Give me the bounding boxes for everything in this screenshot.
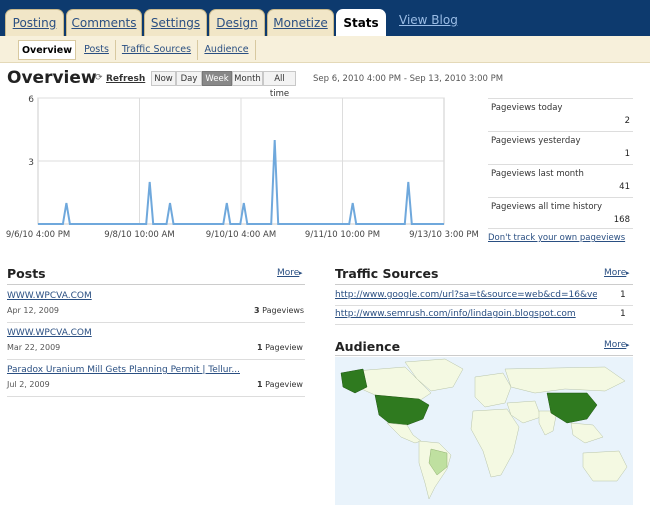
range-month-button[interactable]: Month bbox=[232, 71, 263, 86]
page-title: Overview bbox=[7, 68, 97, 88]
stat-label: Pageviews today bbox=[491, 103, 563, 113]
range-alltime-button[interactable]: All time bbox=[263, 71, 296, 99]
audience-title: Audience bbox=[335, 339, 401, 354]
more-arrow-icon: ▸ bbox=[299, 269, 303, 277]
australia-shape bbox=[582, 450, 628, 482]
tab-monetize[interactable]: Monetize bbox=[267, 9, 334, 36]
date-range: Sep 6, 2010 4:00 PM - Sep 13, 2010 3:00 … bbox=[313, 74, 504, 84]
stat-value: 2 bbox=[624, 116, 630, 126]
subtab-overview[interactable]: Overview bbox=[18, 40, 76, 60]
row-divider bbox=[7, 396, 305, 397]
row-divider bbox=[7, 359, 305, 360]
post-count: 1 bbox=[257, 380, 263, 389]
tab-settings[interactable]: Settings bbox=[144, 9, 207, 36]
refresh-icon[interactable]: ⟳ bbox=[95, 74, 104, 83]
post-count: 1 bbox=[257, 343, 263, 352]
stat-value: 41 bbox=[619, 182, 630, 192]
audience-more-link[interactable]: More bbox=[604, 340, 626, 350]
x-tick-label: 9/8/10 10:00 AM bbox=[104, 230, 174, 240]
post-date: Mar 22, 2009 bbox=[7, 343, 61, 352]
stat-value: 168 bbox=[613, 215, 630, 225]
view-blog-link[interactable]: View Blog bbox=[399, 13, 458, 27]
posts-more-link[interactable]: More bbox=[277, 268, 299, 278]
tab-design[interactable]: Design bbox=[209, 9, 265, 36]
stat-pageviews-all-time: Pageviews all time history 168 bbox=[488, 197, 633, 229]
stat-label: Pageviews last month bbox=[491, 169, 584, 179]
traffic-more-link[interactable]: More bbox=[604, 268, 626, 278]
post-pageviews: 3 Pageviews bbox=[254, 306, 304, 315]
subtab-posts[interactable]: Posts bbox=[78, 40, 116, 60]
row-divider bbox=[7, 322, 305, 323]
post-unit: Pageviews bbox=[262, 306, 305, 315]
refresh-link[interactable]: Refresh bbox=[106, 74, 145, 84]
range-week-button[interactable]: Week bbox=[202, 71, 232, 86]
posts-title: Posts bbox=[7, 266, 46, 281]
y-tick-label: 6 bbox=[28, 95, 34, 105]
russia-shape bbox=[504, 366, 626, 394]
post-title-link[interactable]: WWW.WPCVA.COM bbox=[7, 291, 92, 301]
subtab-traffic-sources[interactable]: Traffic Sources bbox=[116, 40, 198, 60]
traffic-source-link[interactable]: http://www.semrush.com/info/lindagoin.bl… bbox=[335, 309, 597, 319]
stat-label: Pageviews all time history bbox=[491, 202, 603, 212]
row-divider bbox=[335, 324, 633, 325]
x-tick-label: 9/11/10 10:00 PM bbox=[305, 230, 380, 240]
range-now-button[interactable]: Now bbox=[151, 71, 176, 86]
europe-shape bbox=[474, 372, 512, 408]
more-arrow-icon: ▸ bbox=[626, 341, 630, 349]
post-unit: Pageview bbox=[265, 343, 303, 352]
x-tick-label: 9/10/10 4:00 AM bbox=[206, 230, 276, 240]
dont-track-link[interactable]: Don't track your own pageviews bbox=[488, 233, 625, 243]
chart-grid bbox=[37, 97, 445, 225]
tab-comments[interactable]: Comments bbox=[66, 9, 142, 36]
audience-world-map[interactable] bbox=[335, 357, 633, 505]
posts-divider bbox=[7, 284, 305, 285]
post-date: Jul 2, 2009 bbox=[7, 380, 50, 389]
post-unit: Pageview bbox=[265, 380, 303, 389]
x-tick-label: 9/13/10 3:00 PM bbox=[409, 230, 478, 240]
traffic-divider bbox=[335, 284, 633, 285]
audience-divider bbox=[335, 355, 633, 356]
stat-pageviews-today: Pageviews today 2 bbox=[488, 98, 633, 130]
traffic-source-count: 1 bbox=[620, 309, 626, 319]
stat-value: 1 bbox=[624, 149, 630, 159]
post-title-link[interactable]: WWW.WPCVA.COM bbox=[7, 328, 92, 338]
post-title-link[interactable]: Paradox Uranium Mill Gets Planning Permi… bbox=[7, 365, 240, 375]
range-day-button[interactable]: Day bbox=[176, 71, 202, 86]
post-pageviews: 1 Pageview bbox=[257, 343, 303, 352]
pageviews-chart: 63 9/6/10 4:00 PM 9/8/10 10:00 AM 9/10/10 … bbox=[6, 95, 478, 240]
tab-stats[interactable]: Stats bbox=[336, 9, 386, 36]
x-axis-ticks: 9/6/10 4:00 PM 9/8/10 10:00 AM 9/10/10 4:0… bbox=[6, 230, 478, 240]
subtab-audience[interactable]: Audience bbox=[198, 40, 256, 60]
post-count: 3 bbox=[254, 306, 260, 315]
post-pageviews: 1 Pageview bbox=[257, 380, 303, 389]
row-divider bbox=[335, 305, 633, 306]
stat-label: Pageviews yesterday bbox=[491, 136, 581, 146]
y-axis-ticks: 63 bbox=[28, 95, 34, 168]
traffic-source-count: 1 bbox=[620, 290, 626, 300]
stat-pageviews-yesterday: Pageviews yesterday 1 bbox=[488, 131, 633, 163]
y-tick-label: 3 bbox=[28, 158, 34, 168]
traffic-sources-title: Traffic Sources bbox=[335, 266, 439, 281]
traffic-source-link[interactable]: http://www.google.com/url?sa=t&source=we… bbox=[335, 290, 597, 300]
post-date: Apr 12, 2009 bbox=[7, 306, 60, 315]
more-arrow-icon: ▸ bbox=[626, 269, 630, 277]
tab-posting[interactable]: Posting bbox=[5, 9, 64, 36]
x-tick-label: 9/6/10 4:00 PM bbox=[6, 230, 70, 240]
stat-pageviews-last-month: Pageviews last month 41 bbox=[488, 164, 633, 196]
